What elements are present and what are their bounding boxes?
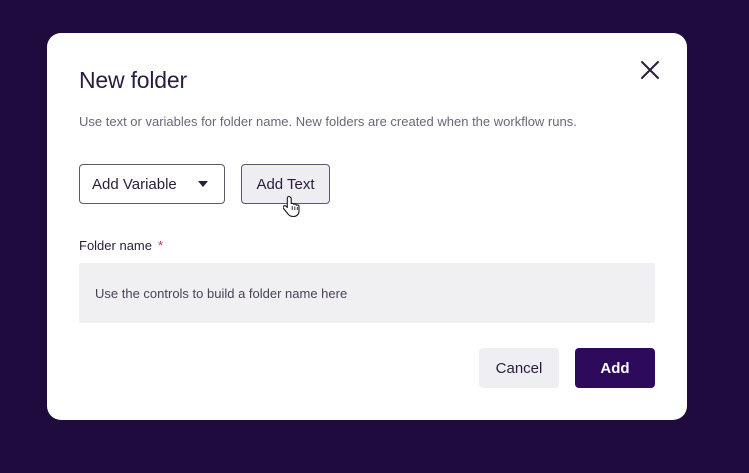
folder-name-label: Folder name *	[79, 238, 163, 253]
cancel-button[interactable]: Cancel	[479, 348, 559, 388]
dialog-title: New folder	[79, 67, 187, 93]
cancel-label: Cancel	[495, 359, 543, 377]
caret-down-icon	[198, 181, 208, 187]
add-variable-label: Add Variable	[92, 175, 177, 193]
add-variable-dropdown[interactable]: Add Variable	[79, 164, 225, 204]
new-folder-dialog: New folder Use text or variables for fol…	[47, 33, 687, 420]
close-button[interactable]	[637, 57, 663, 83]
add-button[interactable]: Add	[575, 348, 655, 388]
add-label: Add	[600, 359, 630, 377]
folder-name-placeholder: Use the controls to build a folder name …	[95, 285, 348, 301]
close-icon	[641, 61, 659, 79]
folder-name-label-text: Folder name	[79, 238, 152, 253]
dialog-description: Use text or variables for folder name. N…	[79, 114, 577, 129]
folder-name-input[interactable]: Use the controls to build a folder name …	[79, 263, 655, 323]
hand-pointer-cursor-icon	[283, 195, 300, 218]
required-indicator: *	[157, 238, 164, 253]
add-text-label: Add Text	[256, 175, 315, 193]
